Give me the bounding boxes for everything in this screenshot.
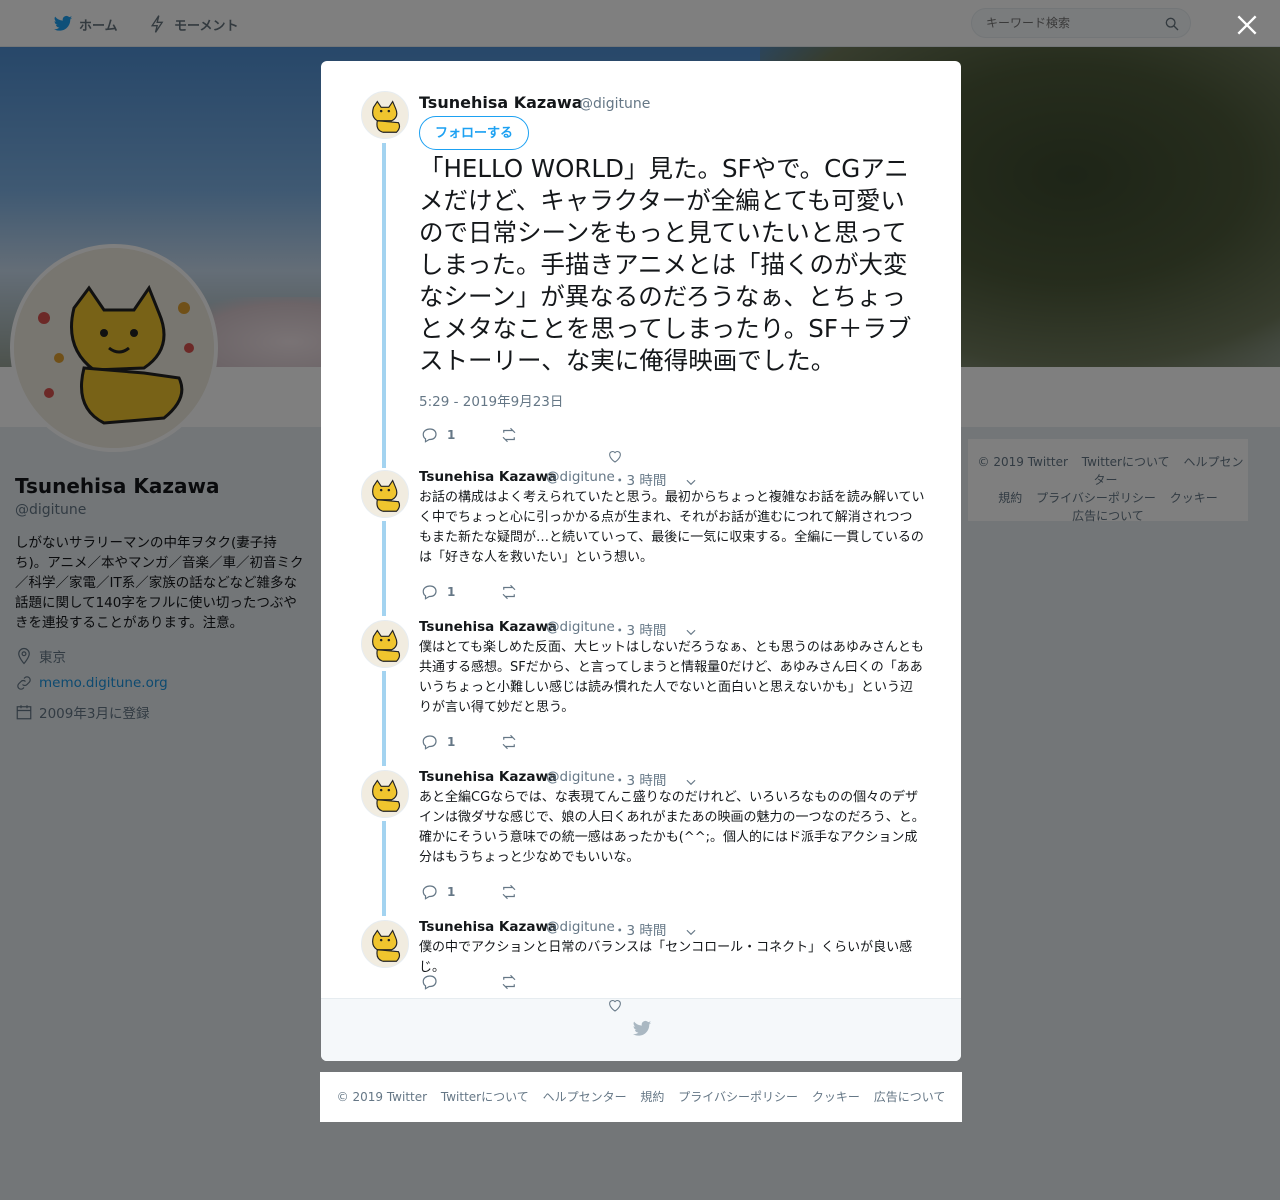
reply-text: お話の構成はよく考えられていたと思う。最初からちょっと複雑なお話を読み解いていく… xyxy=(419,490,925,565)
modal-footer xyxy=(321,998,961,1061)
reply-author-handle[interactable]: @digitune xyxy=(546,919,615,935)
retweet-button[interactable] xyxy=(500,426,518,444)
tweet-text: 「HELLO WORLD」見た。SFやで。CGアニメだけど、キャラクターが全編と… xyxy=(419,154,912,375)
thread-line xyxy=(382,821,386,916)
fox-avatar-icon xyxy=(362,921,408,967)
reply-author-handle[interactable]: @digitune xyxy=(546,469,615,485)
retweet-button[interactable] xyxy=(500,733,518,751)
retweet-icon xyxy=(502,884,516,900)
reply-author-name[interactable]: Tsunehisa Kazawa xyxy=(419,919,557,935)
reply-author-handle[interactable]: @digitune xyxy=(546,769,615,785)
reply-count: 1 xyxy=(447,428,456,442)
close-icon[interactable] xyxy=(1234,12,1260,38)
chevron-down-icon[interactable] xyxy=(684,925,698,939)
reply-text: 僕の中でアクションと日常のバランスは「センコロール・コネクト」くらいが良い感じ。 xyxy=(419,940,913,975)
retweet-icon xyxy=(502,734,516,750)
reply-button[interactable]: 1 xyxy=(421,733,455,751)
retweet-icon xyxy=(502,974,516,990)
fox-avatar-icon xyxy=(362,92,408,138)
reply-time[interactable]: ・3 時間 xyxy=(613,919,666,939)
reply-count: 1 xyxy=(447,885,456,899)
reply-button[interactable]: 1 xyxy=(421,426,455,444)
reply-icon xyxy=(422,885,437,900)
reply-icon xyxy=(422,975,437,990)
thread-line xyxy=(382,143,386,468)
fox-avatar-icon xyxy=(362,771,408,817)
reply-icon xyxy=(422,735,437,750)
retweet-button[interactable] xyxy=(500,973,518,991)
reply-time[interactable]: ・3 時間 xyxy=(613,619,666,639)
reply-author-name[interactable]: Tsunehisa Kazawa xyxy=(419,769,557,785)
chevron-down-icon[interactable] xyxy=(684,475,698,489)
fox-avatar-icon xyxy=(362,471,408,517)
follow-button[interactable]: フォローする xyxy=(419,116,529,150)
like-icon[interactable] xyxy=(607,997,623,1013)
footer-link-privacy[interactable]: プライバシーポリシー xyxy=(678,1090,798,1104)
like-icon[interactable] xyxy=(607,448,623,464)
reply-button[interactable]: 1 xyxy=(421,883,455,901)
retweet-icon xyxy=(502,427,516,443)
reply-avatar[interactable] xyxy=(361,470,409,518)
reply-author-handle[interactable]: @digitune xyxy=(546,619,615,635)
reply-count: 1 xyxy=(447,585,456,599)
retweet-button[interactable] xyxy=(500,883,518,901)
footer-link-cookies[interactable]: クッキー xyxy=(812,1090,860,1104)
thread-line xyxy=(382,671,386,766)
reply-icon xyxy=(422,428,437,443)
footer-link-help[interactable]: ヘルプセンター xyxy=(543,1090,627,1104)
tweet-author-name[interactable]: Tsunehisa Kazawa xyxy=(419,93,583,112)
reply-avatar[interactable] xyxy=(361,770,409,818)
tweet-avatar[interactable] xyxy=(361,91,409,139)
reply-icon xyxy=(422,585,437,600)
reply-author-name[interactable]: Tsunehisa Kazawa xyxy=(419,619,557,635)
fox-avatar-icon xyxy=(362,621,408,667)
chevron-down-icon[interactable] xyxy=(684,625,698,639)
footer-link-copyright[interactable]: © 2019 Twitter xyxy=(337,1090,427,1104)
chevron-down-icon[interactable] xyxy=(684,775,698,789)
reply-avatar[interactable] xyxy=(361,920,409,968)
tweet-timestamp[interactable]: 5:29 - 2019年9月23日 xyxy=(419,390,563,410)
reply-time[interactable]: ・3 時間 xyxy=(613,469,666,489)
reply-text: 僕はとても楽しめた反面、大ヒットはしないだろうなぁ、とも思うのはあゆみさんとも共… xyxy=(419,640,924,715)
retweet-button[interactable] xyxy=(500,583,518,601)
page-footer: © 2019 Twitter Twitterについて ヘルプセンター 規約 プラ… xyxy=(320,1072,962,1122)
reply-button[interactable]: 1 xyxy=(421,583,455,601)
tweet-modal: Tsunehisa Kazawa @digitune フォローする 「HELLO… xyxy=(321,61,961,1061)
reply-button[interactable] xyxy=(421,973,439,991)
retweet-icon xyxy=(502,584,516,600)
footer-link-terms[interactable]: 規約 xyxy=(640,1090,664,1104)
thread-line xyxy=(382,521,386,616)
twitter-bird-icon xyxy=(632,1020,652,1036)
reply-author-name[interactable]: Tsunehisa Kazawa xyxy=(419,469,557,485)
reply-text: あと全編CGならでは、な表現てんこ盛りなのだけれど、いろいろなものの個々のデザイ… xyxy=(419,790,925,865)
footer-link-ads[interactable]: 広告について xyxy=(874,1090,946,1104)
tweet-author-handle[interactable]: @digitune xyxy=(579,96,650,112)
reply-time[interactable]: ・3 時間 xyxy=(613,769,666,789)
footer-link-about[interactable]: Twitterについて xyxy=(441,1090,529,1104)
reply-avatar[interactable] xyxy=(361,620,409,668)
reply-count: 1 xyxy=(447,735,456,749)
